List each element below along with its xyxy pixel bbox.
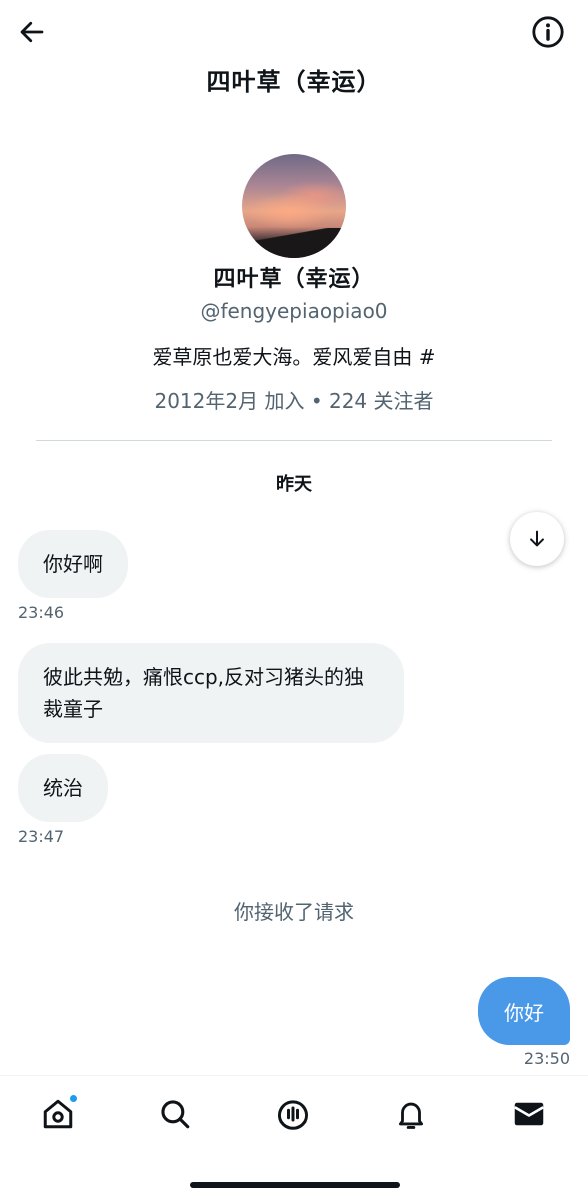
unread-dot <box>69 1094 78 1103</box>
back-button[interactable] <box>14 14 50 50</box>
scroll-to-bottom-button[interactable] <box>510 512 564 566</box>
tab-messages[interactable] <box>507 1092 551 1136</box>
message-text: 彼此共勉，痛恨ccp,反对习猪头的独裁童子 <box>43 665 365 721</box>
avatar[interactable] <box>242 154 346 258</box>
tab-search[interactable] <box>153 1092 197 1136</box>
info-circle-icon <box>532 16 564 48</box>
info-button[interactable] <box>530 14 566 50</box>
profile-handle: @fengyepiaopiao0 <box>200 299 388 323</box>
page-title: 四叶草（幸运） <box>206 68 382 96</box>
message-bubble-received[interactable]: 你好啊 <box>18 530 128 598</box>
tab-spaces[interactable] <box>271 1092 315 1136</box>
divider <box>36 440 552 441</box>
message-bubble-received[interactable]: 统治 <box>18 754 108 822</box>
profile-display-name: 四叶草（幸运） <box>213 267 375 292</box>
arrow-down-icon <box>530 530 544 547</box>
message-timestamp: 23:47 <box>18 827 65 846</box>
notifications-icon <box>398 1102 424 1129</box>
message-text: 你好 <box>504 1000 544 1025</box>
date-separator: 昨天 <box>276 474 312 495</box>
search-icon <box>161 1100 190 1129</box>
bottom-tab-bar <box>0 1075 588 1200</box>
spaces-icon <box>278 1100 308 1130</box>
message-text: 统治 <box>43 776 83 800</box>
profile-bio: 爱草原也爱大海。爱风爱自由 # <box>152 345 436 369</box>
messages-icon <box>514 1102 544 1126</box>
arrow-left-icon <box>20 21 44 43</box>
message-bubble-received[interactable]: 彼此共勉，痛恨ccp,反对习猪头的独裁童子 <box>18 643 404 743</box>
profile-summary[interactable]: 四叶草（幸运） @fengyepiaopiao0 爱草原也爱大海。爱风爱自由 #… <box>0 154 588 416</box>
message-timestamp: 23:50 <box>523 1049 570 1068</box>
message-text: 你好啊 <box>43 552 103 576</box>
home-indicator <box>190 1182 400 1188</box>
message-bubble-sent[interactable]: 你好 <box>478 977 570 1045</box>
tab-notifications[interactable] <box>389 1092 433 1136</box>
tab-home[interactable] <box>36 1092 80 1136</box>
request-accepted-note: 你接收了请求 <box>234 900 354 924</box>
conversation-header: 四叶草（幸运） <box>0 0 588 120</box>
message-timestamp: 23:46 <box>18 603 65 622</box>
profile-meta: 2012年2月 加入 • 224 关注者 <box>154 389 434 413</box>
